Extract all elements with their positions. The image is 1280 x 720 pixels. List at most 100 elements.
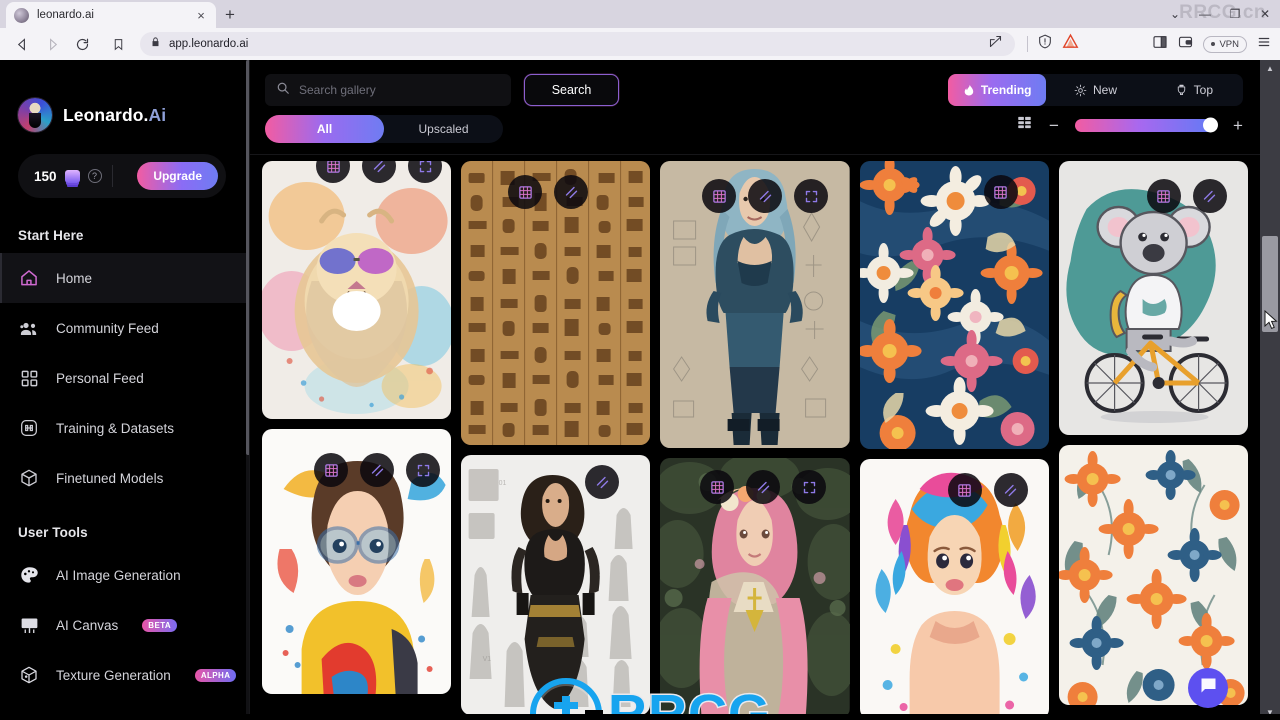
scroll-up-arrow-icon[interactable]: ▲ [1260, 60, 1280, 76]
gallery-card-floral-pattern-cream[interactable] [1058, 445, 1249, 705]
browser-tab[interactable]: leonardo.ai × [6, 2, 216, 28]
bookmark-icon[interactable] [104, 31, 132, 57]
sidebar-item-finetuned-models[interactable]: Finetuned Models [0, 453, 249, 503]
search-box[interactable] [265, 74, 511, 106]
sidebar-item-ai-canvas[interactable]: AI Canvas BETA [0, 600, 249, 650]
search-input[interactable] [299, 83, 500, 97]
brave-lion-icon[interactable] [1062, 33, 1079, 55]
image-variation-icon[interactable] [314, 453, 348, 487]
upscale-icon[interactable] [748, 179, 783, 213]
tab-strip: leonardo.ai × + ⌄ — ❐ ✕ [0, 0, 1280, 28]
grid-icon [18, 367, 40, 389]
sidebar-item-community-feed[interactable]: Community Feed [0, 303, 249, 353]
image-variation-icon[interactable] [702, 179, 737, 213]
wallet-icon[interactable] [1177, 34, 1194, 55]
new-tab-button[interactable]: + [216, 2, 244, 28]
site-favicon [14, 7, 29, 23]
chevron-down-icon[interactable]: ⌄ [1160, 0, 1190, 28]
expand-icon[interactable] [794, 179, 829, 213]
address-bar[interactable]: app.leonardo.ai [140, 32, 1016, 56]
chat-bubble-icon [1198, 675, 1219, 701]
page-scrollbar-track[interactable]: ▲ ▼ [1260, 60, 1280, 720]
brand-suffix: Ai [148, 104, 167, 125]
zoom-controls: − + [1016, 115, 1246, 135]
upscale-icon[interactable] [554, 175, 589, 209]
image-variation-icon[interactable] [508, 175, 543, 209]
maximize-button[interactable]: ❐ [1220, 0, 1250, 28]
menu-icon[interactable] [1256, 35, 1272, 54]
image-variation-icon[interactable] [947, 473, 982, 507]
brand[interactable]: Leonardo.Ai [0, 60, 249, 132]
forward-icon[interactable] [38, 31, 66, 57]
gallery-card-pink-hair-fairy[interactable] [660, 458, 850, 718]
upscale-icon[interactable] [585, 465, 620, 499]
gallery-card-egyptian-hieroglyphs[interactable] [461, 161, 651, 445]
expand-icon[interactable] [408, 161, 442, 183]
upscale-icon[interactable] [360, 453, 394, 487]
zoom-out-button[interactable]: − [1046, 117, 1062, 134]
filter-upscaled[interactable]: Upscaled [384, 115, 503, 143]
close-icon[interactable]: × [194, 9, 208, 22]
filter-all[interactable]: All [265, 115, 384, 143]
nav-list-start-here: Home Community Feed Personal Feed Traini… [0, 253, 249, 503]
gallery-card-floral-pattern-blue[interactable] [859, 161, 1049, 449]
browser-toolbar: app.leonardo.ai VPN [0, 28, 1280, 60]
brand-title: Leonardo.Ai [63, 105, 166, 126]
image-variation-icon[interactable] [983, 175, 1018, 209]
reload-icon[interactable] [68, 31, 96, 57]
shield-icon[interactable] [1037, 33, 1053, 55]
page-scrollbar-thumb[interactable] [1262, 236, 1278, 332]
upscale-icon[interactable] [746, 470, 781, 504]
sort-trending[interactable]: Trending [948, 74, 1047, 106]
zoom-slider[interactable] [1075, 117, 1218, 133]
sidebar-item-training-datasets[interactable]: Training & Datasets [0, 403, 249, 453]
sidebar-toggle-icon[interactable] [1152, 34, 1168, 55]
image-variation-icon[interactable] [316, 161, 350, 183]
sidebar-item-personal-feed[interactable]: Personal Feed [0, 353, 249, 403]
back-icon[interactable] [8, 31, 36, 57]
expand-icon[interactable] [792, 470, 827, 504]
sidebar-item-ai-image-generation[interactable]: AI Image Generation [0, 550, 249, 600]
trophy-icon [1175, 83, 1188, 97]
gallery-card-koala-on-bicycle[interactable] [1058, 161, 1249, 435]
zoom-in-button[interactable]: + [1230, 117, 1246, 134]
url-text: app.leonardo.ai [169, 38, 249, 50]
search-button[interactable]: Search [524, 74, 619, 106]
gallery-card-girl-glasses-colorful[interactable] [262, 429, 452, 694]
share-icon[interactable] [988, 34, 1003, 54]
upgrade-button[interactable]: Upgrade [137, 162, 218, 190]
bottom-strip [0, 714, 1280, 720]
expand-icon[interactable] [406, 453, 440, 487]
sort-new[interactable]: New [1046, 74, 1144, 106]
upscale-icon[interactable] [1192, 179, 1227, 213]
card-action-group [947, 473, 1028, 507]
image-variation-icon[interactable] [1146, 179, 1181, 213]
help-icon[interactable]: ? [87, 169, 102, 183]
zoom-slider-knob[interactable] [1203, 117, 1218, 133]
upscale-icon[interactable] [993, 473, 1028, 507]
gallery-card-dark-warrior-woman-sheet[interactable]: 0122V1 [461, 455, 651, 715]
sidebar-item-label: AI Image Generation [56, 567, 181, 583]
gallery-card-rainbow-hair-girl[interactable] [859, 459, 1049, 719]
sidebar: Leonardo.Ai 150 ? Upgrade Start Here Hom… [0, 60, 250, 720]
palette-icon [18, 564, 40, 586]
vpn-button[interactable]: VPN [1203, 35, 1247, 53]
sidebar-item-home[interactable]: Home [0, 253, 249, 303]
card-action-group [314, 453, 440, 487]
window-close-button[interactable]: ✕ [1250, 0, 1280, 28]
sidebar-item-texture-generation[interactable]: Texture Generation ALPHA [0, 650, 249, 700]
filter-segmented-control: All Upscaled [265, 115, 503, 143]
gallery-card-lion-watercolor[interactable] [262, 161, 452, 419]
image-variation-icon[interactable] [700, 470, 735, 504]
upscale-icon[interactable] [362, 161, 396, 183]
gallery-column [262, 161, 452, 719]
card-action-group [316, 161, 442, 183]
sidebar-item-label: Texture Generation [56, 667, 171, 683]
gallery-card-blue-hair-warrior[interactable] [660, 161, 850, 448]
intercom-launcher[interactable] [1188, 668, 1228, 708]
minimize-button[interactable]: — [1190, 0, 1220, 28]
nav-list-user-tools: AI Image Generation AI Canvas BETA Textu… [0, 550, 249, 700]
grid-density-icon[interactable] [1016, 115, 1033, 135]
sort-top[interactable]: Top [1145, 74, 1243, 106]
gallery-grid: 0122V1 [250, 156, 1260, 720]
